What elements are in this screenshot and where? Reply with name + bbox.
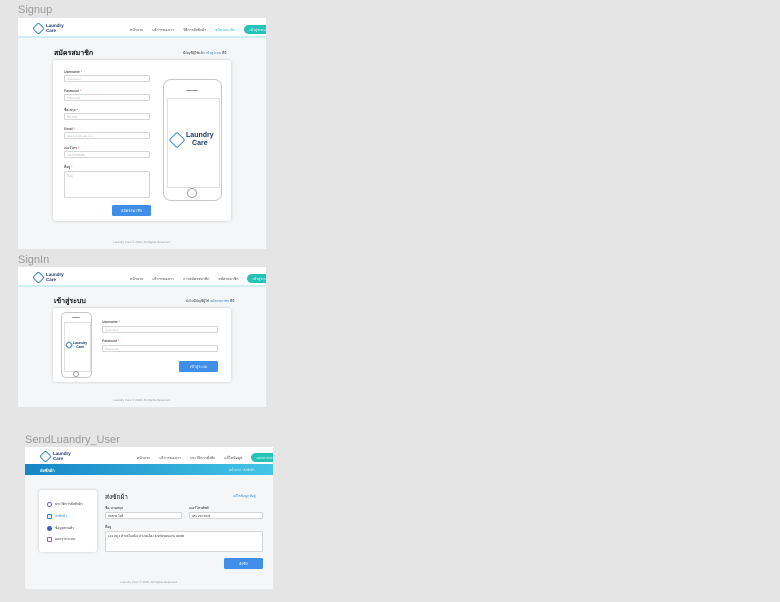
nav-login-button[interactable]: เข้าสู่ระบบ: [247, 274, 266, 283]
brand-logo[interactable]: Laundry Care: [32, 270, 64, 284]
edit-address-link[interactable]: แก้ไขข้อมูล ที่อยู่: [233, 494, 256, 499]
phone-input[interactable]: เบอร์โทรศัพท์: [64, 151, 150, 158]
nav-home[interactable]: หน้าแรก: [130, 276, 143, 282]
phone-label: เบอร์โทรศัพท์: [189, 506, 209, 510]
history-icon: [47, 502, 52, 507]
username-input[interactable]: Username: [64, 75, 150, 82]
brand-logo[interactable]: Laundry Care: [32, 21, 64, 35]
navbar: Laundry Care หน้าแรก บริการของเรา วิธีการ…: [18, 18, 266, 36]
form-title: ส่งซักผ้า: [105, 494, 128, 501]
username-input[interactable]: Username: [102, 326, 218, 333]
navbar: Laundry Care หน้าแรก บริการของเรา ประวัติ…: [25, 447, 273, 464]
nav-signup[interactable]: สมัครสมาชิก: [215, 27, 235, 33]
frame-label-send: SendLuandry_User: [25, 434, 120, 446]
address-label: ที่อยู่: [105, 525, 112, 529]
page-title: สมัครสมาชิก: [54, 50, 94, 57]
logo-mark-icon: [32, 270, 45, 284]
nav-home[interactable]: หน้าแรก: [137, 455, 150, 461]
home-button-icon: [187, 188, 197, 198]
signup-link[interactable]: สมัครสมาชิก: [210, 299, 229, 303]
nav-how-to[interactable]: วิธีการสั่งซักผ้า: [183, 27, 206, 33]
page-header-banner: ส่งซักผ้า หน้าแรก / ส่งซักผ้า: [25, 464, 273, 475]
sidebar-item-send-laundry[interactable]: ส่งซักผ้า: [47, 514, 67, 519]
user-icon: [47, 526, 52, 531]
phone-mockup: Laundry Care: [61, 312, 92, 378]
phone-field[interactable]: 081 234 5678: [189, 512, 263, 519]
address-textarea[interactable]: 123 หมู่ 4 ตำบลในเมือง อำเภอเมือง จังหวั…: [105, 531, 263, 552]
password-input[interactable]: Password: [102, 345, 218, 352]
signin-submit-button[interactable]: เข้าสู่ระบบ: [179, 361, 218, 372]
login-hint: มีบัญชีผู้ใช้แล้ว เข้าสู่ระบบ ที่นี่: [183, 51, 227, 55]
navbar: Laundry Care หน้าแรก บริการของเรา การสมัค…: [18, 267, 266, 285]
signup-card: Username * Username Password * Password …: [53, 60, 231, 221]
phone-mockup: Laundry Care: [163, 79, 222, 201]
phone-screen: Laundry Care: [64, 322, 91, 372]
laundry-logo-icon: [168, 131, 186, 149]
frame-label-signup: Signup: [18, 4, 53, 16]
breadcrumb: หน้าแรก / ส่งซักผ้า: [229, 467, 255, 472]
page-title: เข้าสู่ระบบ: [54, 298, 86, 305]
brand-logo[interactable]: Laundry Care: [39, 449, 71, 463]
nav-logout-button[interactable]: ออกจากระบบ: [251, 453, 273, 462]
signup-hint: ยังไม่มีบัญชีผู้ใช้ สมัครสมาชิก ที่นี่: [186, 299, 235, 303]
home-button-icon: [73, 371, 79, 377]
frame-label-signin: SignIn: [18, 254, 50, 266]
sidebar-item-logout[interactable]: ออกจากระบบ: [47, 537, 75, 542]
banner-title: ส่งซักผ้า: [40, 468, 55, 473]
signin-frame: Laundry Care หน้าแรก บริการของเรา การสมัค…: [18, 267, 266, 407]
sidebar-item-profile[interactable]: ข้อมูลส่วนตัว: [47, 526, 74, 531]
sidebar-menu: ประวัติการสั่งซักผ้า ส่งซักผ้า ข้อมูลส่ว…: [39, 490, 97, 552]
signin-card: Laundry Care Username * Username Password…: [53, 308, 231, 382]
shirt-icon: [47, 514, 52, 519]
send-laundry-button[interactable]: ส่งซัก: [224, 558, 263, 569]
signup-frame: Laundry Care หน้าแรก บริการของเรา วิธีการ…: [18, 18, 266, 249]
phone-logo: Laundry Care: [168, 131, 214, 149]
send-laundry-frame: Laundry Care หน้าแรก บริการของเรา ประวัติ…: [25, 447, 273, 589]
nav-services[interactable]: บริการของเรา: [152, 27, 174, 33]
nav-home[interactable]: หน้าแรก: [130, 27, 143, 33]
nav-membership[interactable]: การสมัครสมาชิก: [183, 276, 209, 282]
nav-edit-profile[interactable]: แก้ไขข้อมูล: [224, 455, 242, 461]
login-link[interactable]: เข้าสู่ระบบ: [206, 51, 221, 55]
nav-login-button[interactable]: เข้าสู่ระบบ: [244, 25, 266, 34]
logo-mark-icon: [32, 21, 45, 35]
name-label: ชื่อ-นามสกุล: [105, 506, 124, 510]
phone-logo: Laundry Care: [64, 340, 87, 350]
nav-history[interactable]: ประวัติการสั่งซัก: [190, 455, 215, 461]
laundry-logo-icon: [64, 340, 74, 350]
footer: Laundry Care © 2020. All Rights Reserved…: [113, 398, 171, 402]
address-textarea[interactable]: ที่อยู่: [64, 171, 150, 198]
logo-mark-icon: [39, 449, 52, 463]
sidebar-item-history[interactable]: ประวัติการสั่งซักผ้า: [47, 502, 83, 507]
footer: Laundry Care © 2020. All Rights Reserved…: [120, 580, 178, 584]
footer: Laundry Care © 2020. All Rights Reserved…: [113, 240, 171, 244]
phone-screen: Laundry Care: [167, 98, 220, 188]
signup-submit-button[interactable]: สมัครสมาชิก: [112, 205, 151, 216]
email-input[interactable]: example@mail.com: [64, 132, 150, 139]
fullname-input[interactable]: ชื่อ-สกุล: [64, 113, 150, 120]
name-field[interactable]: สมชาย ใจดี: [105, 512, 182, 519]
nav-signup[interactable]: สมัครสมาชิก: [218, 276, 238, 282]
nav-services[interactable]: บริการของเรา: [159, 455, 181, 461]
nav-services[interactable]: บริการของเรา: [152, 276, 174, 282]
nav-divider: [18, 36, 266, 38]
nav-divider: [18, 285, 266, 287]
logout-icon: [47, 537, 52, 542]
password-input[interactable]: Password: [64, 94, 150, 101]
